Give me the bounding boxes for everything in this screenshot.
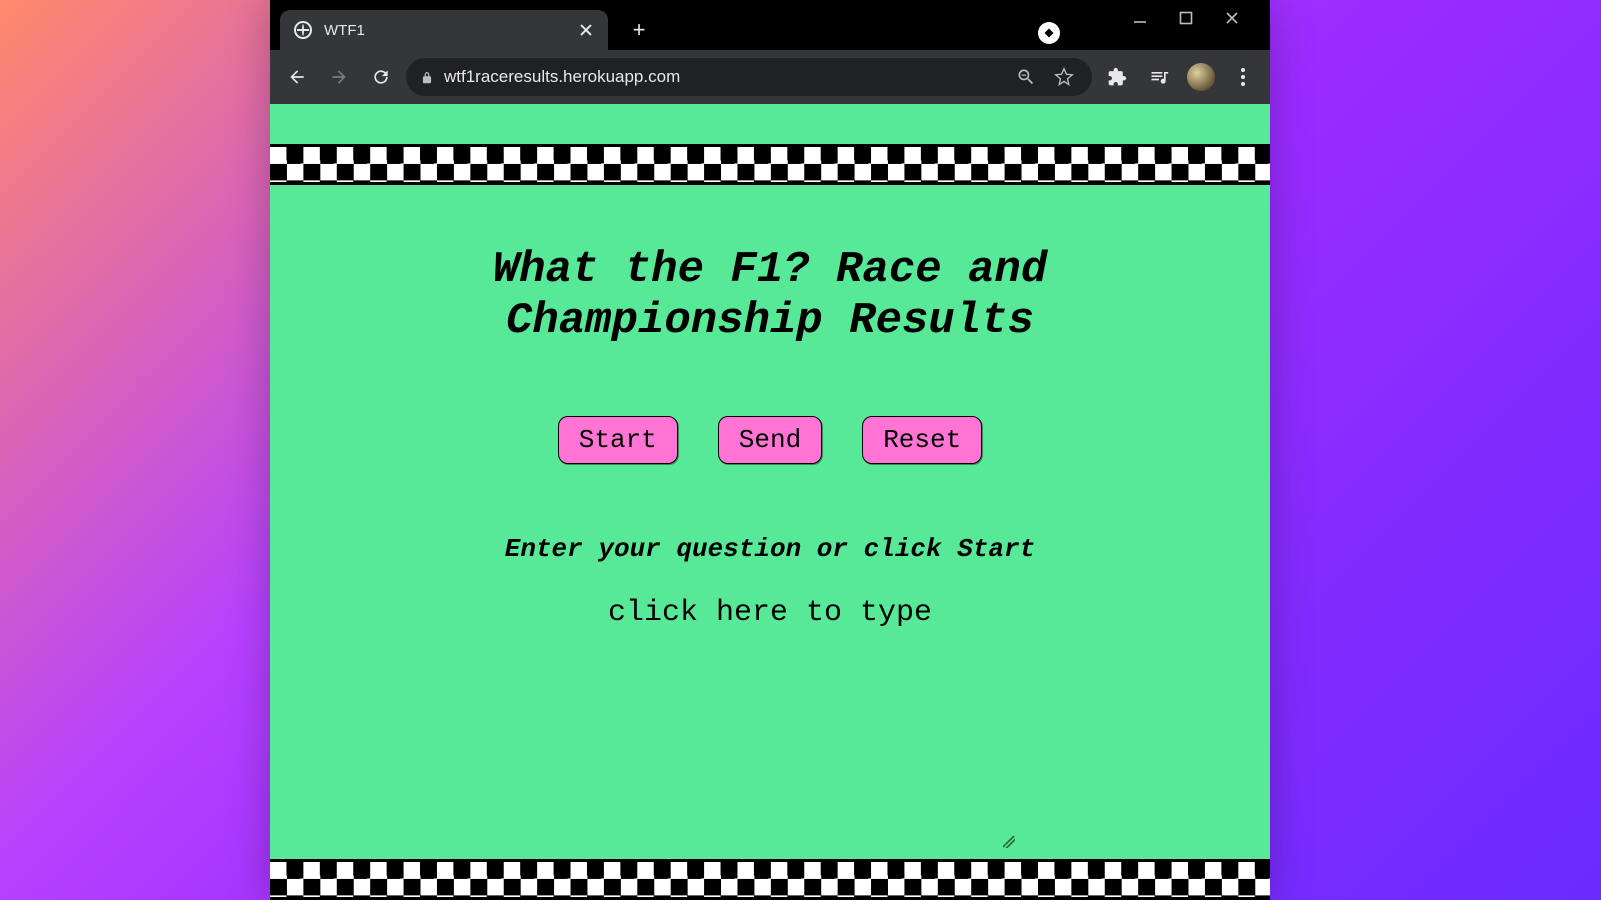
titlebar: WTF1 + [270, 0, 1270, 50]
close-tab-button[interactable] [578, 22, 594, 38]
account-indicator-icon[interactable] [1038, 22, 1060, 44]
browser-tab[interactable]: WTF1 [280, 10, 608, 50]
kebab-icon [1241, 68, 1245, 86]
action-button-row: Start Send Reset [558, 416, 982, 464]
zoom-out-icon[interactable] [1012, 63, 1040, 91]
browser-window: WTF1 + wtf1raceresults.hero [270, 0, 1270, 900]
question-input[interactable] [518, 594, 1022, 748]
browser-toolbar: wtf1raceresults.herokuapp.com [270, 50, 1270, 104]
media-control-button[interactable] [1142, 60, 1176, 94]
address-url: wtf1raceresults.herokuapp.com [444, 67, 1002, 87]
extensions-button[interactable] [1100, 60, 1134, 94]
textarea-resize-grip-icon[interactable] [1003, 836, 1015, 848]
reset-button[interactable]: Reset [862, 416, 982, 464]
reload-button[interactable] [364, 60, 398, 94]
page-viewport: What the F1? Race and Championship Resul… [270, 104, 1270, 900]
checkered-banner-top [270, 144, 1270, 185]
avatar-icon [1187, 63, 1215, 91]
close-icon [579, 23, 593, 37]
minimize-button[interactable] [1130, 8, 1150, 28]
start-button[interactable]: Start [558, 416, 678, 464]
profile-avatar[interactable] [1184, 60, 1218, 94]
address-bar[interactable]: wtf1raceresults.herokuapp.com [406, 58, 1092, 96]
new-tab-button[interactable]: + [622, 13, 656, 47]
lock-icon [420, 70, 434, 84]
forward-button[interactable] [322, 60, 356, 94]
globe-icon [294, 21, 312, 39]
checkered-banner-bottom [270, 859, 1270, 900]
bookmark-star-icon[interactable] [1050, 63, 1078, 91]
maximize-button[interactable] [1176, 8, 1196, 28]
tab-strip: WTF1 + [270, 0, 656, 50]
close-window-button[interactable] [1222, 8, 1242, 28]
prompt-text: Enter your question or click Start [505, 534, 1036, 564]
window-controls [1130, 0, 1270, 36]
tab-title: WTF1 [324, 22, 566, 39]
page-title: What the F1? Race and Championship Resul… [330, 245, 1210, 346]
browser-menu-button[interactable] [1226, 60, 1260, 94]
send-button[interactable]: Send [718, 416, 822, 464]
back-button[interactable] [280, 60, 314, 94]
